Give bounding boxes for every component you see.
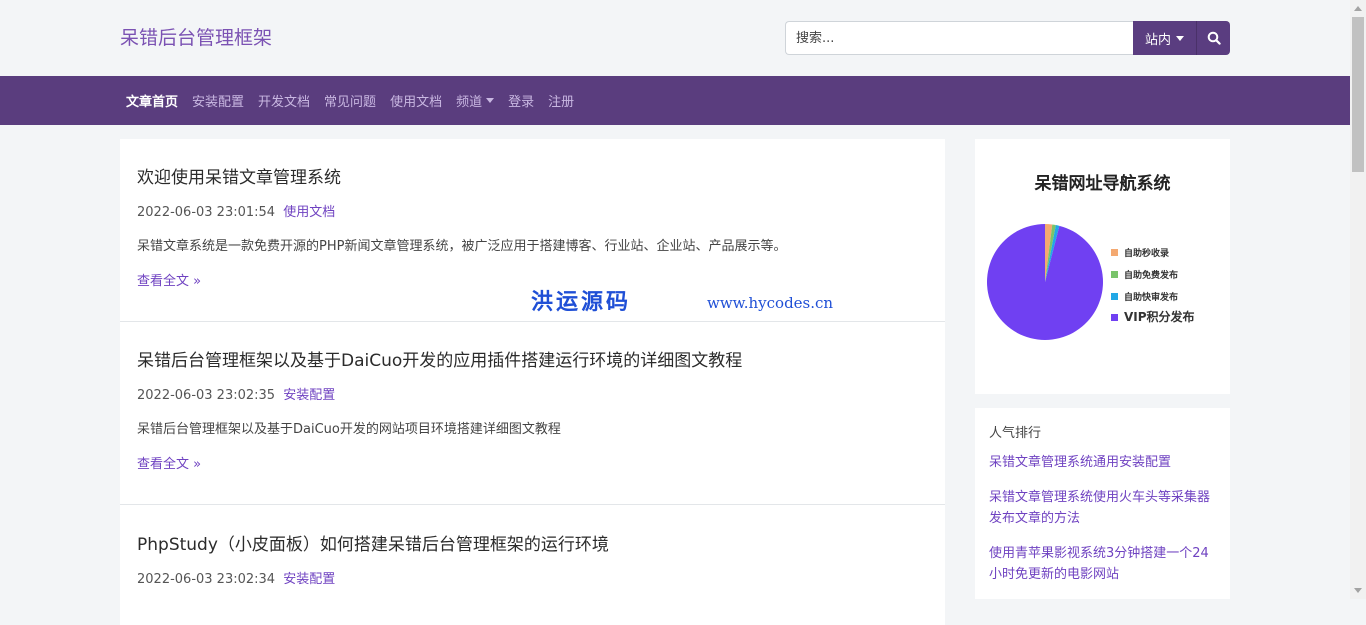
article-datetime: 2022-06-03 23:02:34 bbox=[137, 572, 276, 587]
article-datetime: 2022-06-03 23:02:35 bbox=[137, 388, 276, 403]
nav-item-faq[interactable]: 常见问题 bbox=[324, 91, 376, 110]
nav-item-dev-docs[interactable]: 开发文档 bbox=[258, 91, 310, 110]
article-card: PhpStudy（小皮面板）如何搭建呆错后台管理框架的运行环境 2022-06-… bbox=[120, 505, 945, 625]
popular-widget: 人气排行 呆错文章管理系统通用安装配置 呆错文章管理系统使用火车头等采集器发布文… bbox=[975, 408, 1230, 599]
top-header: 呆错后台管理框架 站内 bbox=[0, 0, 1350, 76]
search-icon bbox=[1207, 31, 1221, 45]
nav-item-home[interactable]: 文章首页 bbox=[126, 91, 178, 110]
article-category-link[interactable]: 安装配置 bbox=[283, 572, 335, 587]
search-button[interactable] bbox=[1196, 21, 1230, 55]
promo-pie-chart: 自助秒收录自助免费发布自助快审发布 VIP积分发布 bbox=[987, 224, 1195, 340]
promo-widget[interactable]: 呆错网址导航系统 自助秒收录 自助免费发布 自助快审发布 VIP积分发布 bbox=[975, 139, 1230, 394]
popular-item-link[interactable]: 呆错文章管理系统通用安装配置 bbox=[989, 452, 1217, 473]
legend-label: VIP积分发布 bbox=[1124, 309, 1195, 324]
legend-swatch bbox=[1111, 293, 1118, 300]
scroll-down-arrow-icon[interactable] bbox=[1354, 588, 1362, 593]
scroll-up-arrow-icon[interactable] bbox=[1354, 6, 1362, 11]
article-title[interactable]: 呆错后台管理框架以及基于DaiCuo开发的应用插件搭建运行环境的详细图文教程 bbox=[137, 346, 742, 371]
caret-down-icon bbox=[486, 98, 495, 103]
legend-swatch bbox=[1111, 249, 1118, 256]
site-brand[interactable]: 呆错后台管理框架 bbox=[120, 23, 272, 50]
article-category-link[interactable]: 安装配置 bbox=[283, 388, 335, 403]
article-meta: 2022-06-03 23:02:35 安装配置 bbox=[137, 384, 335, 403]
search-scope-label: 站内 bbox=[1144, 32, 1171, 48]
popular-title: 人气排行 bbox=[989, 426, 1042, 441]
watermark-url: www.hycodes.cn bbox=[707, 294, 834, 312]
nav-item-channels-label: 频道 bbox=[456, 95, 483, 110]
article-meta: 2022-06-03 23:01:54 使用文档 bbox=[137, 201, 335, 220]
page-scrollbar[interactable] bbox=[1350, 0, 1366, 599]
article-list: 欢迎使用呆错文章管理系统 2022-06-03 23:01:54 使用文档 呆错… bbox=[120, 139, 945, 625]
read-more-link[interactable]: 查看全文 » bbox=[137, 270, 201, 289]
watermark-text: 洪运源码 bbox=[531, 290, 632, 315]
search-input[interactable] bbox=[785, 21, 1133, 55]
article-title[interactable]: PhpStudy（小皮面板）如何搭建呆错后台管理框架的运行环境 bbox=[137, 530, 609, 555]
article-meta: 2022-06-03 23:02:34 安装配置 bbox=[137, 568, 335, 587]
scroll-thumb[interactable] bbox=[1352, 17, 1364, 172]
search-group: 站内 bbox=[785, 21, 1230, 55]
article-summary: 呆错文章系统是一款免费开源的PHP新闻文章管理系统，被广泛应用于搭建博客、行业站… bbox=[137, 239, 787, 254]
legend-label: 自助快审发布 bbox=[1124, 291, 1178, 303]
legend-label: 自助免费发布 bbox=[1124, 269, 1178, 281]
article-category-link[interactable]: 使用文档 bbox=[283, 205, 335, 220]
legend-swatch bbox=[1111, 271, 1118, 278]
caret-down-icon bbox=[1176, 35, 1184, 41]
article-title[interactable]: 欢迎使用呆错文章管理系统 bbox=[137, 163, 341, 188]
article-datetime: 2022-06-03 23:01:54 bbox=[137, 205, 276, 220]
legend-swatch bbox=[1111, 314, 1118, 321]
nav-item-register[interactable]: 注册 bbox=[548, 91, 574, 110]
nav-item-channels[interactable]: 频道 bbox=[456, 91, 495, 110]
nav-item-login[interactable]: 登录 bbox=[508, 91, 534, 110]
article-summary: 呆错后台管理框架以及基于DaiCuo开发的网站项目环境搭建详细图文教程 bbox=[137, 422, 561, 437]
popular-item-link[interactable]: 呆错文章管理系统使用火车头等采集器发布文章的方法 bbox=[989, 487, 1217, 529]
popular-item-link[interactable]: 使用青苹果影视系统3分钟搭建一个24小时免更新的电影网站 bbox=[989, 543, 1217, 585]
search-scope-dropdown[interactable]: 站内 bbox=[1133, 21, 1196, 55]
legend-label: 自助秒收录 bbox=[1124, 247, 1169, 259]
article-card: 呆错后台管理框架以及基于DaiCuo开发的应用插件搭建运行环境的详细图文教程 2… bbox=[120, 322, 945, 505]
nav-item-user-docs[interactable]: 使用文档 bbox=[390, 91, 442, 110]
main-navbar: 文章首页 安装配置 开发文档 常见问题 使用文档 频道 登录 注册 bbox=[0, 76, 1350, 125]
read-more-link[interactable]: 查看全文 » bbox=[137, 453, 201, 472]
nav-item-install[interactable]: 安装配置 bbox=[192, 91, 244, 110]
pie-slice bbox=[987, 224, 1103, 340]
